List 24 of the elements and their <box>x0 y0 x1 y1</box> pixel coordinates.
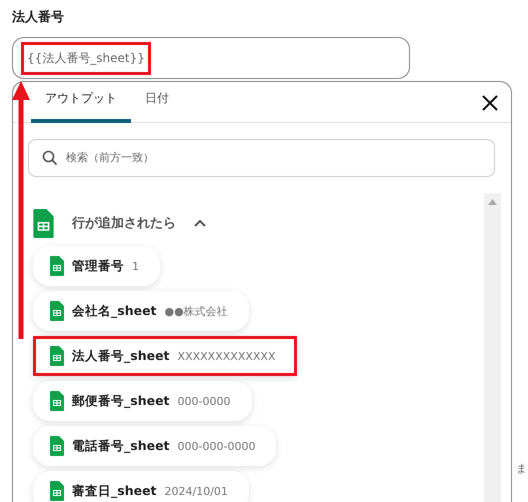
field-label: 法人番号 <box>12 9 65 27</box>
spreadsheet-icon <box>50 436 64 456</box>
caret-icon[interactable] <box>194 219 206 227</box>
spreadsheet-icon <box>50 481 64 501</box>
spreadsheet-icon <box>50 301 64 321</box>
search-icon <box>42 150 58 166</box>
variable-chip[interactable]: 管理番号 1 <box>33 246 160 286</box>
tab[interactable]: 日付 <box>131 90 183 123</box>
spreadsheet-icon <box>50 256 64 276</box>
field-value: {{法人番号_sheet}} <box>21 42 151 74</box>
spreadsheet-icon <box>33 208 54 238</box>
variable-chip[interactable]: 審査日_sheet 2024/10/01 <box>33 471 249 502</box>
spreadsheet-icon <box>50 346 64 366</box>
group-title: 行が追加されたら <box>72 215 176 232</box>
variable-chip[interactable]: 会社名_sheet ●●株式会社 <box>33 291 249 331</box>
variable-chip[interactable]: 法人番号_sheet XXXXXXXXXXXXX <box>33 336 296 376</box>
spreadsheet-icon <box>50 391 64 411</box>
close-icon[interactable] <box>481 94 499 112</box>
tab[interactable]: アウトプット <box>31 90 131 123</box>
cut-off-text: ま <box>516 461 527 476</box>
input-field[interactable]: {{法人番号_sheet}} <box>12 37 410 79</box>
search-field[interactable]: 検索（前方一致） <box>28 138 495 177</box>
scrollbar[interactable] <box>484 193 501 502</box>
variable-chip[interactable]: 郵便番号_sheet 000-0000 <box>33 381 252 421</box>
